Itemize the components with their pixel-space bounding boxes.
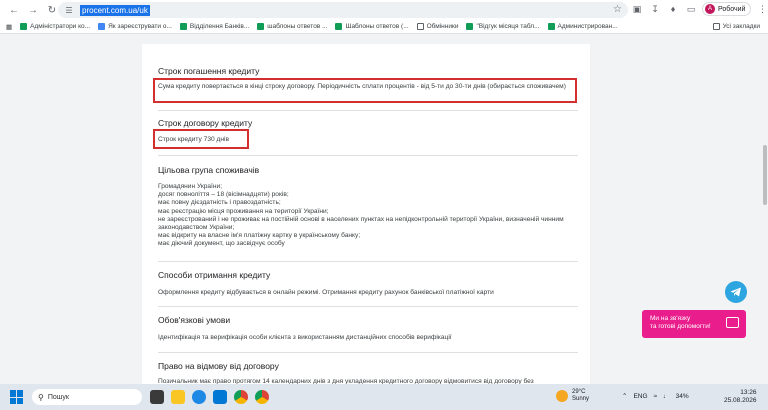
system-tray: ⌃ ENG ≈ ♩ 34%	[622, 392, 689, 401]
date: 25.08.2026	[724, 397, 757, 404]
telegram-button[interactable]	[725, 281, 747, 303]
bookmark-star-icon[interactable]: ☆	[613, 4, 622, 15]
highlight-box	[153, 129, 249, 149]
doc-icon	[98, 23, 106, 30]
divider	[158, 261, 578, 262]
bookmark-item[interactable]: Як зареєструвати о...	[98, 23, 172, 30]
weather-temp: 29°C	[572, 389, 586, 395]
section-title: Строк договору кредиту	[158, 118, 253, 128]
language-indicator[interactable]: ENG	[633, 393, 647, 400]
section-target-group: Цільова група споживачів Громадянин Укра…	[158, 165, 578, 249]
scrollbar-thumb[interactable]	[763, 145, 767, 205]
sheet-icon	[179, 23, 187, 30]
section-methods: Способи отримання кредиту Оформлення кре…	[158, 270, 578, 297]
search-icon: ⚲	[38, 392, 44, 402]
text-line: має повну дієздатність і правоздатність;	[158, 199, 281, 207]
divider	[158, 155, 578, 156]
bookmark-item[interactable]: Обмінники	[416, 23, 458, 30]
menu-icon[interactable]: ⋮	[755, 2, 768, 16]
sun-icon	[556, 390, 568, 402]
section-title: Способи отримання кредиту	[158, 270, 271, 280]
puzzle-icon[interactable]: ♦	[666, 2, 680, 16]
chat-bubble-icon	[726, 317, 739, 328]
sheet-icon	[335, 23, 343, 30]
edge-icon[interactable]	[192, 390, 206, 404]
forward-icon[interactable]: →	[25, 2, 41, 18]
battery-level[interactable]: 34%	[676, 393, 689, 400]
folder-icon	[416, 23, 424, 30]
back-icon[interactable]: ←	[6, 2, 22, 18]
chevron-up-icon[interactable]: ⌃	[622, 392, 627, 400]
section-conditions: Обов'язкові умови Ідентифікація та вериф…	[158, 315, 578, 342]
bookmark-item[interactable]: Администрирован...	[547, 23, 618, 30]
task-view-icon[interactable]	[150, 390, 164, 404]
section-title: Право на відмову від договору	[158, 361, 279, 371]
sheet-icon	[20, 23, 28, 30]
sheet-icon	[466, 23, 474, 30]
text-line: має реєстрацію місця проживання на терит…	[158, 207, 329, 215]
text-line: має діючий документ, що засвідчує особу	[158, 240, 285, 248]
folder-icon	[712, 23, 720, 30]
chrome-icon[interactable]	[255, 390, 269, 404]
section-text: Ідентифікація та верифікація особи клієн…	[158, 334, 452, 341]
time: 13:26	[740, 389, 757, 396]
text-line: Громадянин України;	[158, 183, 223, 190]
bookmarks-bar: ▦ Адміністратори ко... Як зареєструвати …	[0, 20, 768, 34]
section-withdrawal: Право на відмову від договору Позичальни…	[158, 361, 578, 386]
bookmark-item[interactable]: "Відгук місяця табл...	[466, 23, 540, 30]
store-icon[interactable]	[213, 390, 227, 404]
bookmark-item[interactable]: Шаблоны ответов (...	[335, 23, 409, 30]
section-title: Обов'язкові умови	[158, 315, 231, 325]
profile-label: Робочий	[718, 5, 746, 13]
file-explorer-icon[interactable]	[171, 390, 185, 404]
sidepanel-icon[interactable]: ▭	[684, 2, 698, 16]
wifi-icon[interactable]: ≈	[654, 393, 658, 400]
taskbar: ⚲ Пошук 29°C Sunny ⌃ ENG ≈ ♩ 34% 13:26 2…	[0, 384, 768, 410]
sheet-icon	[257, 23, 265, 30]
windows-start-icon[interactable]	[10, 390, 24, 404]
clock[interactable]: 13:26 25.08.2026	[724, 389, 757, 405]
weather-desc: Sunny	[572, 396, 590, 402]
divider	[158, 306, 578, 307]
bookmark-item[interactable]: Адміністратори ко...	[20, 23, 90, 30]
text-line: не зареєстрований і не проживає на пості…	[158, 215, 564, 232]
extension-icon[interactable]: ▣	[630, 2, 644, 16]
highlight-box	[153, 78, 577, 103]
url-text[interactable]: procent.com.ua/uk	[80, 4, 150, 16]
all-bookmarks[interactable]: Усі закладки	[712, 23, 760, 30]
divider	[158, 110, 578, 111]
bookmark-item[interactable]: Відділення Банків...	[179, 23, 249, 30]
chat-widget[interactable]: Ми на зв'язку та готові допомогти!	[642, 310, 746, 338]
apps-grid-icon[interactable]: ▦	[6, 23, 12, 31]
profile-button[interactable]: A Робочий	[702, 2, 752, 16]
taskbar-search[interactable]: ⚲ Пошук	[32, 389, 142, 405]
bookmark-item[interactable]: шаблоны ответов ...	[257, 23, 327, 30]
section-title: Строк погашення кредиту	[158, 66, 260, 76]
weather-widget[interactable]: 29°C Sunny	[556, 389, 589, 403]
divider	[158, 352, 578, 353]
chrome-icon[interactable]	[234, 390, 248, 404]
sheet-icon	[547, 23, 555, 30]
telegram-icon	[730, 287, 741, 297]
section-title: Цільова група споживачів	[158, 165, 260, 175]
avatar: A	[705, 4, 715, 14]
address-bar[interactable]: ☰ procent.com.ua/uk ☆	[58, 2, 628, 18]
search-label: Пошук	[47, 393, 69, 401]
site-info-icon[interactable]: ☰	[64, 5, 74, 15]
browser-toolbar: ← → ↻ ☰ procent.com.ua/uk ☆ ▣ ↧ ♦ ▭ A Ро…	[0, 0, 768, 20]
volume-icon[interactable]: ♩	[663, 393, 670, 400]
download-icon[interactable]: ↧	[648, 2, 662, 16]
section-text: Громадянин України; досяг повноліття – 1…	[158, 183, 578, 249]
section-text: Оформлення кредиту відбувається в онлайн…	[158, 289, 494, 296]
